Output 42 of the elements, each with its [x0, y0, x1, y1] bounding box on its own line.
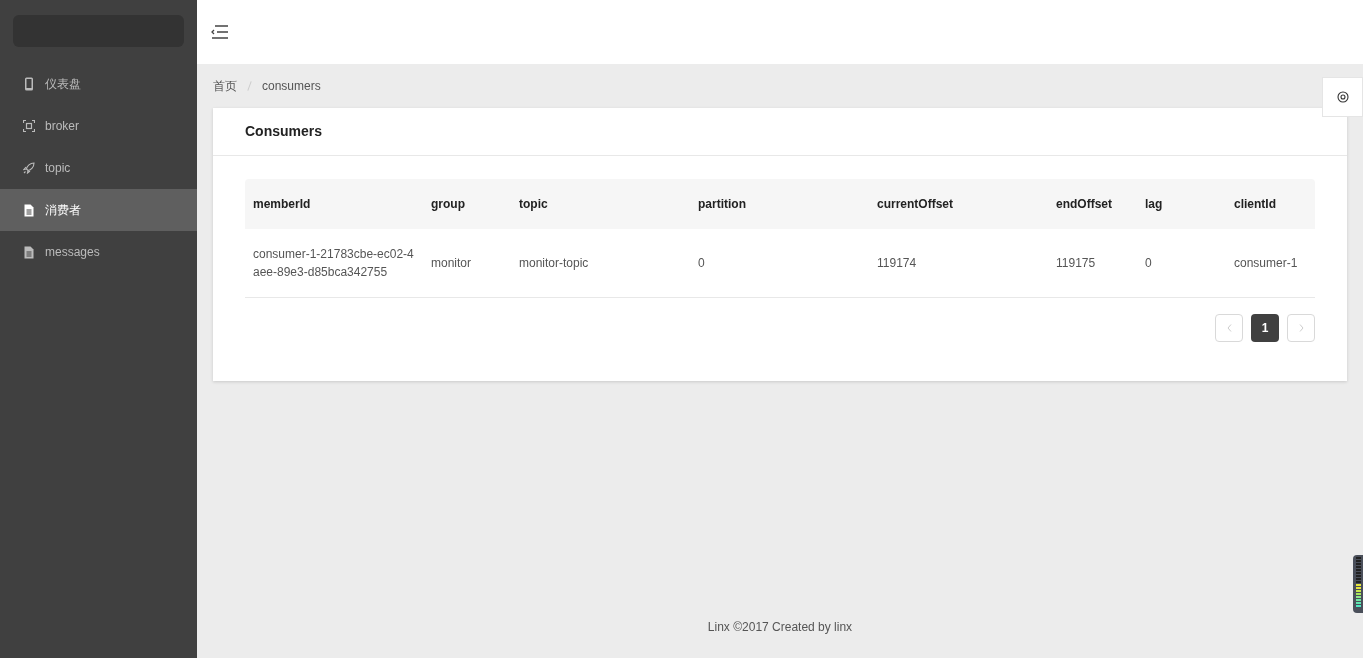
table-cell: 119175 [1048, 229, 1137, 297]
table-cell: 0 [690, 229, 869, 297]
sidebar-item-label: topic [45, 160, 71, 177]
page-button[interactable]: 1 [1251, 313, 1279, 342]
phone-icon [24, 77, 34, 91]
file-icon [24, 245, 34, 259]
table-cell: monitor-topic [511, 229, 690, 297]
table-cell: 119174 [869, 229, 1048, 297]
table-cell: consumer-1-21783cbe-ec02-4aee-89e3-d85bca342755 [245, 229, 423, 297]
card-title: Consumers [245, 122, 323, 141]
column-header: endOffset [1048, 179, 1137, 229]
settings-icon[interactable] [1336, 91, 1349, 103]
breadcrumb-current: consumers [262, 78, 321, 95]
file-icon [24, 203, 34, 217]
footer-text: Linx ©2017 Created by linx [707, 619, 853, 636]
sidebar-item-label: 仪表盘 [45, 76, 81, 93]
volume-meter-drawing [1353, 555, 1363, 613]
column-header: partition [690, 179, 869, 229]
scan-icon [23, 120, 35, 132]
breadcrumb-link[interactable]: 首页 [213, 77, 237, 95]
sidebar-item-label: messages [45, 244, 100, 261]
column-header: currentOffset [869, 179, 1048, 229]
table-cell: consumer-1 [1226, 229, 1315, 297]
chevron-right-icon [1298, 323, 1304, 332]
sidebar-item[interactable]: 消费者 [0, 189, 197, 231]
column-header: lag [1137, 179, 1226, 229]
column-header: memberId [245, 179, 423, 229]
column-header: group [423, 179, 511, 229]
sidebar-item[interactable]: messages [0, 231, 197, 273]
table-cell: monitor [423, 229, 511, 297]
settings-tab[interactable] [1322, 77, 1363, 117]
sidebar-item[interactable]: topic [0, 147, 197, 189]
table-cell: 0 [1137, 229, 1226, 297]
sidebar-item[interactable]: broker [0, 105, 197, 147]
sidebar-item-label: broker [45, 118, 79, 135]
menu-fold-icon[interactable] [211, 25, 229, 39]
sidebar-item-label: 消费者 [45, 202, 81, 219]
sidebar-item[interactable]: 仪表盘 [0, 63, 197, 105]
column-header: topic [511, 179, 690, 229]
chevron-left-icon [1226, 323, 1232, 332]
column-header: clientId [1226, 179, 1315, 229]
rocket-icon [23, 162, 35, 174]
